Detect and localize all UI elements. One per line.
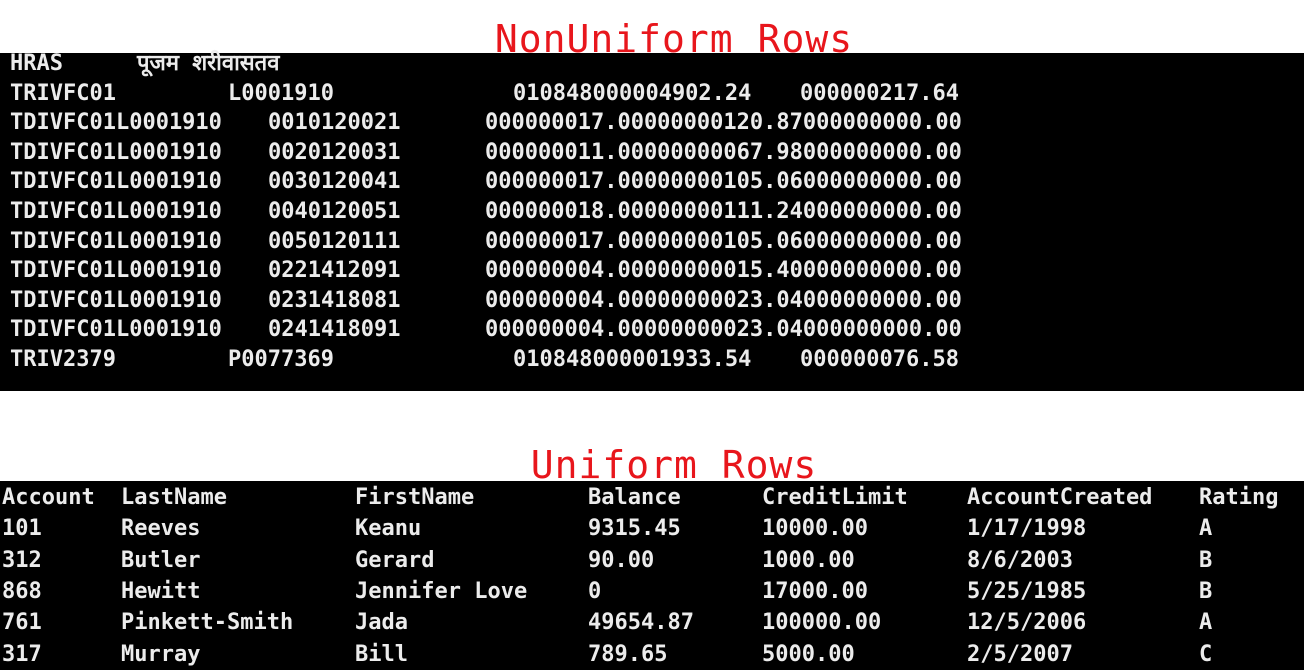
- uniform-table-cell: Butler: [121, 547, 201, 573]
- uniform-table-cell: 5000.00: [762, 641, 855, 667]
- nonuniform-terminal-panel: HRAS पूजम शरीवासतव TRIVFC01 L0001910 0108480…: [0, 51, 1304, 391]
- uniform-table-cell: B: [1199, 578, 1213, 604]
- uniform-table-cell: Pinkett-Smith: [121, 610, 294, 636]
- nonuniform-row-cell: 000000004.00000000023.04000000000.00: [485, 317, 962, 343]
- uniform-table-cell: 90.00: [588, 547, 655, 573]
- uniform-table-cell: 1/17/1998: [967, 516, 1087, 542]
- uniform-table-cell: 761: [2, 610, 42, 636]
- nonuniform-row-cell: 010848000001933.54: [513, 347, 752, 372]
- uniform-table-cell: A: [1199, 516, 1213, 542]
- uniform-table-cell: 8/6/2003: [967, 547, 1073, 573]
- uniform-table-cell: 10000.00: [762, 516, 868, 542]
- uniform-table-cell: Reeves: [121, 516, 201, 542]
- nonuniform-row-cell: TDIVFC01L0001910: [10, 139, 222, 165]
- nonuniform-row-cell: 0030120041: [268, 169, 401, 195]
- uniform-table-cell: 101: [2, 516, 42, 542]
- nonuniform-row-cell: 000000018.00000000111.24000000000.00: [485, 199, 962, 224]
- uniform-table-cell: B: [1199, 547, 1213, 573]
- nonuniform-row-cell: TRIV2379: [10, 347, 116, 372]
- nonuniform-row-cell: 0231418081: [268, 287, 401, 313]
- uniform-column-header: Rating: [1199, 485, 1279, 510]
- uniform-table-cell: 12/5/2006: [967, 610, 1087, 636]
- uniform-column-header: LastName: [121, 485, 227, 510]
- nonuniform-row-cell: TDIVFC01L0001910: [10, 169, 222, 195]
- uniform-table-cell: Jennifer Love: [355, 578, 528, 604]
- uniform-column-header: CreditLimit: [762, 485, 908, 510]
- uniform-table-cell: 789.65: [588, 641, 668, 667]
- uniform-table-cell: Jada: [355, 610, 408, 636]
- uniform-table-cell: 100000.00: [762, 610, 882, 636]
- nonuniform-row-cell: 000000017.00000000105.06000000000.00: [485, 228, 962, 254]
- nonuniform-row-cell: 0020120031: [268, 139, 401, 165]
- nonuniform-row-cell: TRIVFC01: [10, 80, 116, 106]
- uniform-table-cell: Bill: [355, 641, 408, 667]
- nonuniform-row-cell: 000000217.64: [800, 80, 959, 106]
- nonuniform-row-cell: 010848000004902.24: [513, 80, 752, 106]
- nonuniform-row-cell: 000000017.00000000120.87000000000.00: [485, 110, 962, 136]
- nonuniform-row-cell: HRAS: [10, 51, 63, 76]
- uniform-table-cell: 5/25/1985: [967, 578, 1087, 604]
- nonuniform-row-cell: P0077369: [228, 347, 334, 372]
- nonuniform-row-cell: TDIVFC01L0001910: [10, 258, 222, 284]
- nonuniform-row-cell: TDIVFC01L0001910: [10, 287, 222, 313]
- uniform-column-header: Account: [2, 485, 95, 510]
- uniform-table-cell: 317: [2, 641, 42, 667]
- nonuniform-row-cell: TDIVFC01L0001910: [10, 317, 222, 343]
- nonuniform-row-cell: 0050120111: [268, 228, 401, 254]
- uniform-column-header: Balance: [588, 485, 681, 510]
- uniform-table-cell: Hewitt: [121, 578, 201, 604]
- uniform-terminal-panel: Account LastName FirstName Balance CreditLim…: [0, 481, 1304, 670]
- uniform-table-cell: Keanu: [355, 516, 422, 542]
- uniform-rows-title: Uniform Rows: [530, 443, 818, 487]
- nonuniform-row-cell: TDIVFC01L0001910: [10, 110, 222, 136]
- uniform-table-cell: A: [1199, 610, 1213, 636]
- uniform-table-cell: C: [1199, 641, 1213, 667]
- uniform-table-cell: Gerard: [355, 547, 435, 573]
- uniform-table-cell: 2/5/2007: [967, 641, 1073, 667]
- uniform-table-cell: 312: [2, 547, 42, 573]
- nonuniform-row-cell: 000000011.00000000067.98000000000.00: [485, 139, 962, 165]
- nonuniform-row-cell: 000000004.00000000023.04000000000.00: [485, 287, 962, 313]
- nonuniform-row-cell: 0040120051: [268, 199, 401, 224]
- uniform-column-header: AccountCreated: [967, 485, 1153, 510]
- nonuniform-row-cell: 0221412091: [268, 258, 401, 284]
- nonuniform-row-cell: 0010120021: [268, 110, 401, 136]
- nonuniform-row-cell: 000000017.00000000105.06000000000.00: [485, 169, 962, 195]
- nonuniform-row-cell: पूजम शरीवासतव: [137, 51, 280, 76]
- uniform-table-cell: 868: [2, 578, 42, 604]
- nonuniform-row-cell: 000000004.00000000015.40000000000.00: [485, 258, 962, 284]
- nonuniform-row-cell: L0001910: [228, 80, 334, 106]
- uniform-table-cell: 49654.87: [588, 610, 694, 636]
- uniform-table-cell: 9315.45: [588, 516, 681, 542]
- nonuniform-row-cell: TDIVFC01L0001910: [10, 199, 222, 224]
- uniform-table-cell: 0: [588, 578, 602, 604]
- nonuniform-row-cell: 000000076.58: [800, 347, 959, 372]
- uniform-table-cell: Murray: [121, 641, 201, 667]
- nonuniform-row-cell: TDIVFC01L0001910: [10, 228, 222, 254]
- uniform-table-cell: 17000.00: [762, 578, 868, 604]
- nonuniform-row-cell: 0241418091: [268, 317, 401, 343]
- uniform-table-cell: 1000.00: [762, 547, 855, 573]
- uniform-column-header: FirstName: [355, 485, 475, 510]
